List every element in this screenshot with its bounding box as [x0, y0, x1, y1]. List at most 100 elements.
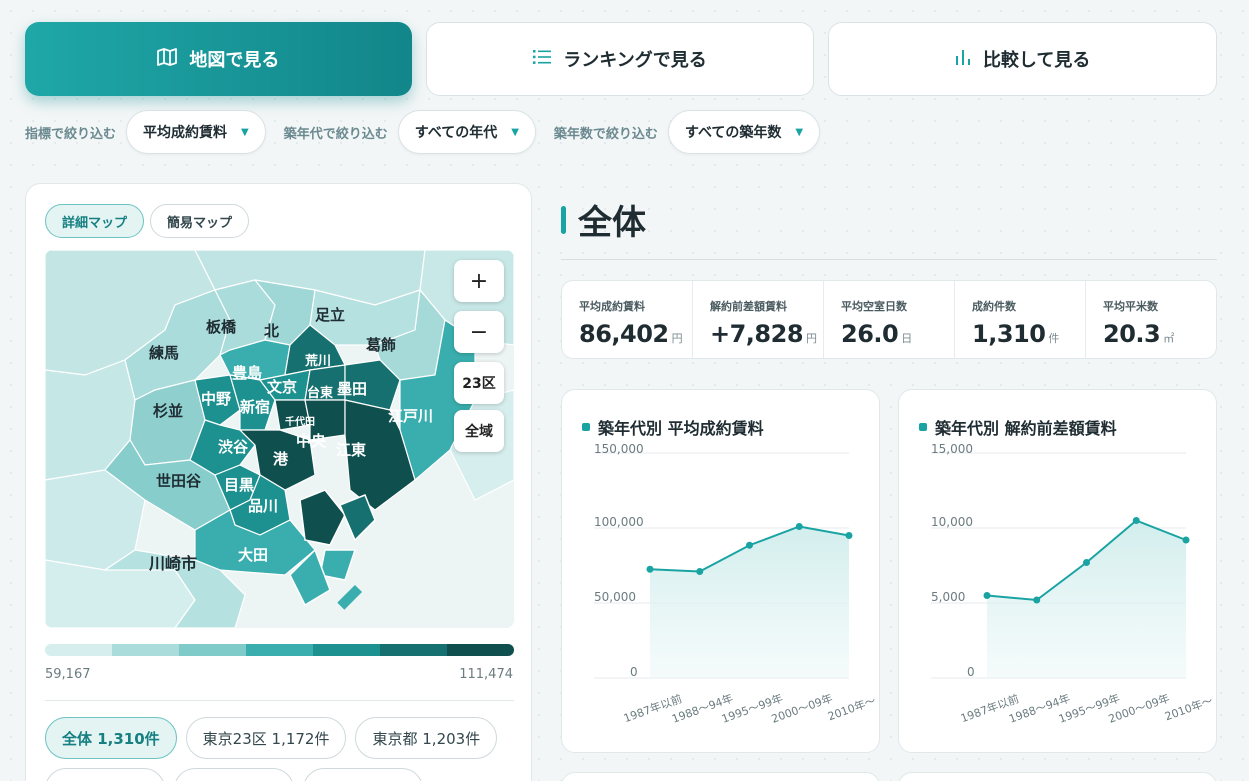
region-pill[interactable]	[45, 768, 165, 781]
divider	[45, 700, 514, 701]
filter-bar: 指標で絞り込む 平均成約賃料 ▼ 築年代で絞り込む すべての年代 ▼ 築年数で絞…	[25, 109, 821, 155]
stat-label: 平均空室日数	[841, 300, 907, 313]
region-pill[interactable]	[303, 768, 423, 781]
legend-swatch	[246, 644, 313, 656]
age-select-value: すべての築年数	[684, 125, 782, 141]
indicator-select[interactable]: 平均成約賃料 ▼	[126, 110, 266, 154]
stats-bar: 平均成約賃料 86,402 円 解約前差額賃料 +7,828 円 平均空室日数 26…	[561, 280, 1217, 359]
color-legend	[45, 644, 514, 656]
stat-unit: 円	[806, 332, 817, 345]
ward-label-arakawa: 荒川	[305, 354, 332, 369]
area-fill	[650, 526, 849, 678]
chart-card-next	[561, 772, 880, 781]
ward-label-chuo: 中央	[296, 432, 327, 450]
ward-label-suginami: 杉並	[153, 402, 184, 420]
stat-value: 86,402	[579, 320, 669, 348]
data-point	[1182, 536, 1190, 544]
ward-label-kawasaki: 川崎市	[149, 554, 198, 573]
caret-down-icon: ▼	[795, 126, 804, 138]
stat-vacancy-days: 平均空室日数 26.0 日	[823, 281, 954, 358]
ward-label-sumida: 墨田	[337, 380, 368, 398]
stat-value: 20.3	[1103, 320, 1161, 348]
section-title: 全体	[561, 195, 646, 244]
stat-label: 平均平米数	[1103, 300, 1158, 313]
chart-card-avg-rent: 築年代別 平均成約賃料 0 50,000 100,000 150,000 1987年以前…	[561, 389, 880, 753]
stat-avg-area: 平均平米数 20.3 ㎡	[1085, 281, 1216, 358]
legend-max-label: 111,474	[459, 667, 513, 682]
map-shapes	[45, 250, 514, 628]
tab-label: 比較して見る	[982, 50, 1091, 71]
ward-label-shinagawa: 品川	[248, 497, 279, 515]
line-chart: 05,00010,00015,0001987年以前1988〜94年1995〜99…	[931, 442, 1215, 726]
ward-label-meguro: 目黒	[224, 476, 255, 494]
caret-down-icon: ▼	[511, 126, 519, 138]
y-tick-label: 100,000	[594, 515, 644, 529]
list-icon	[533, 49, 552, 69]
divider	[561, 259, 1217, 260]
chart-card-rent-diff: 築年代別 解約前差額賃料 0 5,000 10,000 15,000 1987年以前 19…	[898, 389, 1217, 753]
ward-label-toshima: 豊島	[232, 364, 263, 382]
legend-swatch	[112, 644, 179, 656]
detail-map-toggle[interactable]: 詳細マップ	[45, 204, 145, 238]
data-point	[795, 523, 803, 530]
y-tick-label: 0	[630, 665, 638, 679]
data-point	[983, 592, 991, 599]
region-pill[interactable]	[174, 768, 294, 781]
caret-down-icon: ▼	[241, 126, 249, 138]
era-select-value: すべての年代	[414, 125, 498, 141]
y-tick-label: 50,000	[594, 590, 636, 604]
region-pill-tokyo[interactable]: 東京都 1,203件	[355, 717, 498, 759]
ward-label-chiyoda: 千代田	[285, 417, 315, 428]
legend-swatch	[179, 644, 246, 656]
ward-label-setagaya: 世田谷	[156, 472, 202, 490]
stat-unit: 日	[901, 332, 912, 345]
zoom-all-button[interactable]: 全域	[454, 410, 504, 452]
ward-label-itabashi: 板橋	[206, 318, 237, 336]
choropleth-map[interactable]: 足立 板橋 北 葛飾 練馬 荒川 豊島 文京 台東 墨田 杉並 中野 新宿 千代…	[45, 250, 514, 628]
ward-label-shinjuku: 新宿	[240, 398, 271, 416]
stat-value: 1,310	[972, 320, 1046, 348]
legend-swatch	[45, 644, 112, 656]
data-point	[1132, 517, 1140, 524]
ward-label-katsushika: 葛飾	[366, 336, 397, 354]
tab-label: ランキングで見る	[563, 50, 707, 71]
zoom-23ku-button[interactable]: 23区	[454, 362, 504, 404]
ward-label-minato: 港	[273, 450, 289, 468]
ward-label-nakano: 中野	[201, 390, 232, 408]
area-fill	[987, 520, 1186, 678]
simple-map-toggle[interactable]: 簡易マップ	[150, 204, 250, 238]
region-filter: 全体 1,310件 東京23区 1,172件 東京都 1,203件	[45, 717, 525, 781]
tab-ranking-view[interactable]: ランキングで見る	[425, 22, 815, 96]
data-point	[1033, 596, 1041, 604]
ward-label-edogawa: 江戸川	[388, 407, 434, 425]
stat-contract-count: 成約件数 1,310 件	[954, 281, 1085, 358]
region-pill-23ku[interactable]: 東京23区 1,172件	[185, 717, 347, 759]
ward-label-ota: 大田	[238, 546, 269, 564]
ward-label-taito: 台東	[307, 386, 334, 401]
indicator-filter-label: 指標で絞り込む	[25, 126, 117, 142]
data-point	[696, 568, 704, 575]
map-icon	[157, 47, 178, 71]
ward-label-shibuya: 渋谷	[218, 438, 249, 456]
data-point	[746, 541, 753, 549]
stat-value-row: 26.0 日	[841, 320, 954, 348]
era-select[interactable]: すべての年代 ▼	[397, 110, 536, 154]
indicator-select-value: 平均成約賃料	[143, 125, 228, 141]
zoom-in-button[interactable]: +	[454, 260, 504, 302]
ward-label-nerima: 練馬	[149, 344, 180, 362]
data-point	[646, 565, 654, 573]
tab-map-view[interactable]: 地図で見る	[25, 22, 412, 96]
data-point	[1083, 559, 1090, 566]
region-pill-all[interactable]: 全体 1,310件	[45, 717, 177, 759]
stat-unit: ㎡	[1163, 332, 1174, 345]
tab-compare-view[interactable]: 比較して見る	[828, 22, 1218, 96]
zoom-out-button[interactable]: −	[454, 311, 504, 353]
stat-label: 成約件数	[972, 300, 1016, 313]
view-tabs: 地図で見る ランキングで見る 比較して見る	[25, 22, 1218, 96]
page-title: 全体	[578, 203, 646, 243]
y-tick-label: 0	[967, 665, 975, 679]
stat-value: 26.0	[841, 320, 899, 348]
age-select[interactable]: すべての築年数 ▼	[667, 110, 821, 154]
stat-unit: 円	[671, 332, 683, 345]
stat-value-row: 1,310 件	[972, 320, 1085, 348]
